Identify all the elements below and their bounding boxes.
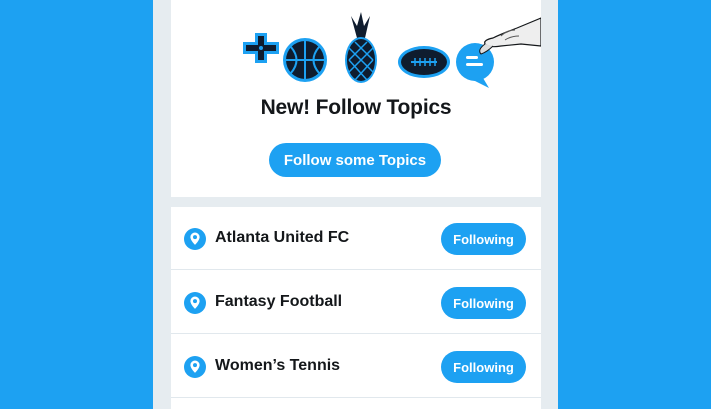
topic-icon <box>184 228 206 250</box>
topic-row[interactable]: Fantasy Football Following <box>171 271 541 334</box>
topic-icon <box>184 356 206 378</box>
promo-headline: New! Follow Topics <box>260 96 452 119</box>
topics-promo-card: New! Follow Topics Follow some Topics <box>171 0 541 197</box>
following-button[interactable]: Following <box>441 351 526 383</box>
phone-screen: New! Follow Topics Follow some Topics At… <box>153 0 558 409</box>
topic-row[interactable]: Women’s Tennis Following <box>171 335 541 398</box>
gamepad-icon <box>243 33 279 63</box>
topic-name: Women’s Tennis <box>215 357 341 374</box>
hand-icon <box>479 17 541 55</box>
football-icon <box>398 46 450 78</box>
topic-row[interactable]: Atlanta United FC Following <box>171 207 541 270</box>
pineapple-icon <box>345 12 377 83</box>
basketball-icon <box>283 38 327 82</box>
following-button[interactable]: Following <box>441 223 526 255</box>
topic-name: Fantasy Football <box>215 293 343 310</box>
topics-list: Atlanta United FC Following Fantasy Foot… <box>171 207 541 409</box>
following-button[interactable]: Following <box>441 287 526 319</box>
topics-illustration <box>243 12 541 88</box>
follow-topics-button[interactable]: Follow some Topics <box>269 143 441 177</box>
topic-icon <box>184 292 206 314</box>
topic-name: Atlanta United FC <box>215 229 350 246</box>
